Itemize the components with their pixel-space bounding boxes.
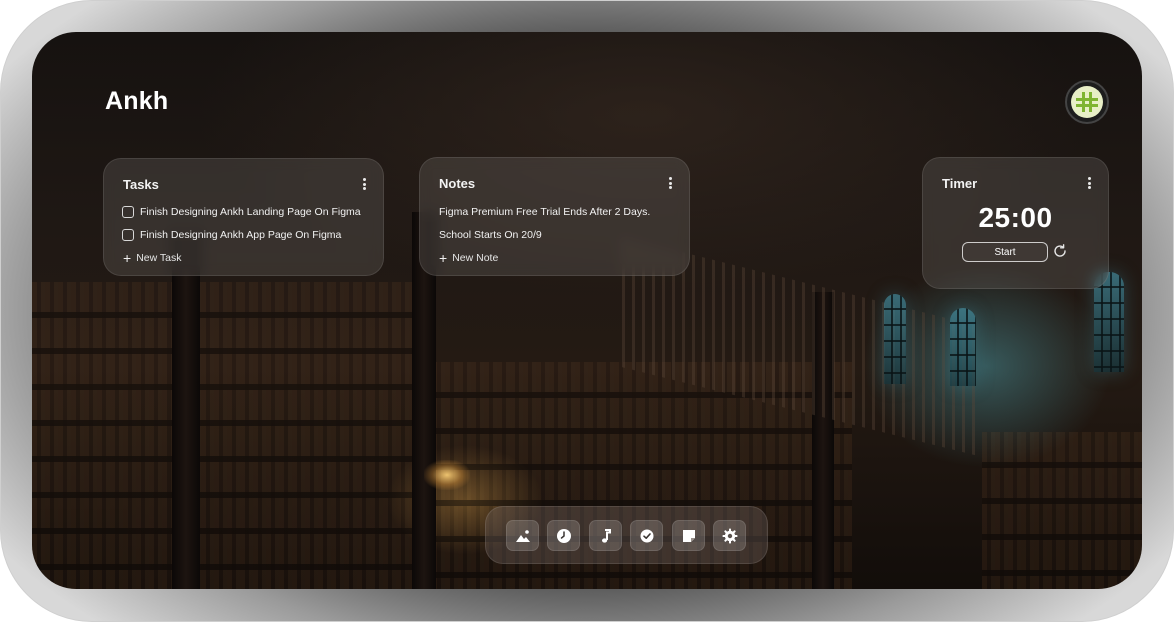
tasks-widget: Tasks Finish Designing Ankh Landing Page… xyxy=(103,158,384,276)
dock-settings-button[interactable] xyxy=(713,520,746,551)
notes-more-icon[interactable] xyxy=(669,177,673,189)
dock-wallpaper-button[interactable] xyxy=(506,520,539,551)
new-note-button[interactable]: + New Note xyxy=(439,250,499,266)
notes-widget: Notes Figma Premium Free Trial Ends Afte… xyxy=(419,157,690,276)
plus-icon: + xyxy=(123,250,132,266)
screen: Ankh Tasks Finish Designing Ankh Landing… xyxy=(32,32,1142,589)
avatar-icon xyxy=(1071,86,1103,118)
task-label: Finish Designing Ankh App Page On Figma xyxy=(140,229,342,241)
task-label: Finish Designing Ankh Landing Page On Fi… xyxy=(140,206,361,218)
timer-start-button[interactable]: Start xyxy=(962,242,1048,262)
task-item[interactable]: Finish Designing Ankh Landing Page On Fi… xyxy=(122,206,361,218)
reset-icon[interactable] xyxy=(1052,243,1068,259)
gear-icon xyxy=(722,528,737,543)
new-task-button[interactable]: + New Task xyxy=(123,250,182,266)
tasks-more-icon[interactable] xyxy=(363,178,367,190)
sticky-note-icon xyxy=(682,529,695,542)
timer-display: 25:00 xyxy=(978,202,1053,233)
pillar-background xyxy=(172,232,200,589)
new-task-label: New Task xyxy=(136,252,182,264)
notes-title: Notes xyxy=(439,176,476,191)
dock-clock-button[interactable] xyxy=(547,520,580,551)
lamp-glow xyxy=(424,460,470,490)
task-item[interactable]: Finish Designing Ankh App Page On Figma xyxy=(122,229,341,241)
bookshelf-background xyxy=(32,282,432,589)
check-circle-icon xyxy=(640,529,653,542)
note-item[interactable]: Figma Premium Free Trial Ends After 2 Da… xyxy=(439,206,650,218)
new-note-label: New Note xyxy=(452,252,499,264)
dock-tasks-button[interactable] xyxy=(630,520,663,551)
clock-icon xyxy=(556,528,571,543)
timer-title: Timer xyxy=(942,176,978,191)
music-note-icon xyxy=(601,528,611,543)
task-checkbox[interactable] xyxy=(122,206,134,218)
image-icon xyxy=(515,529,530,542)
bookshelf-background xyxy=(982,432,1142,589)
window-background xyxy=(950,308,976,386)
timer-widget: Timer 25:00 Start xyxy=(922,157,1109,289)
note-item[interactable]: School Starts On 20/9 xyxy=(439,229,542,241)
dock xyxy=(485,506,768,564)
dock-music-button[interactable] xyxy=(589,520,622,551)
avatar[interactable] xyxy=(1065,80,1109,124)
dock-notes-button[interactable] xyxy=(672,520,705,551)
app-title: Ankh xyxy=(105,87,169,115)
task-checkbox[interactable] xyxy=(122,229,134,241)
window-background xyxy=(884,294,906,384)
timer-more-icon[interactable] xyxy=(1088,177,1092,189)
tasks-title: Tasks xyxy=(123,177,159,192)
plus-icon: + xyxy=(439,250,448,266)
